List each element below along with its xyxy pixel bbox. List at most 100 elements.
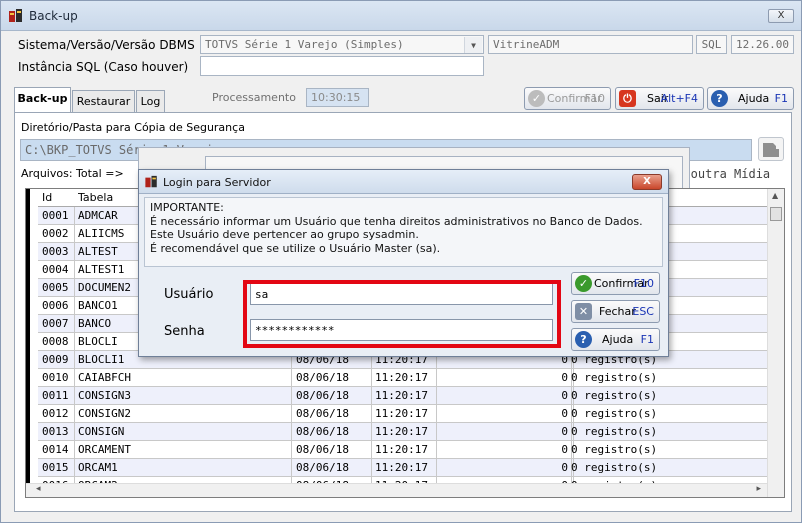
cell-time: 11:20:17	[375, 443, 428, 456]
cell-count: 0	[561, 443, 568, 456]
login-dialog: Login para Servidor X IMPORTANTE: É nece…	[138, 169, 669, 357]
cell-time: 11:20:17	[375, 389, 428, 402]
login-close-label: Fechar	[599, 305, 636, 318]
folder-browse-icon[interactable]	[758, 137, 784, 161]
chevron-down-icon[interactable]: ▼	[464, 37, 482, 53]
cell-name: CAIABFCH	[78, 371, 131, 384]
folder-label: Diretório/Pasta para Cópia de Segurança	[21, 121, 245, 134]
dbms-field[interactable]: SQL	[696, 35, 727, 54]
scroll-right-icon[interactable]: ▸	[756, 484, 761, 494]
login-dialog-titlebar: Login para Servidor X	[139, 170, 668, 194]
cell-name: BANCO1	[78, 299, 118, 312]
cell-id: 0014	[42, 443, 69, 456]
column-divider	[74, 351, 75, 369]
table-row[interactable]: 0012 CONSIGN2 08/06/18 11:20:17 0 0 registro(…	[38, 405, 773, 423]
version-field[interactable]: 12.26.00	[731, 35, 794, 54]
highlight-box	[243, 280, 561, 348]
instance-input[interactable]	[200, 56, 484, 76]
table-row[interactable]: 0010 CAIABFCH 08/06/18 11:20:17 0 0 registro(…	[38, 369, 773, 387]
database-field[interactable]: VitrineADM	[488, 35, 693, 54]
tab-restaurar[interactable]: Restaurar	[72, 90, 135, 114]
login-help-button[interactable]: ? Ajuda F1	[571, 328, 660, 351]
notice-panel: IMPORTANTE: É necessário informar um Usu…	[144, 197, 663, 267]
tab-backup[interactable]: Back-up	[14, 87, 71, 113]
cell-name: ALTEST1	[78, 263, 125, 276]
check-icon: ✓	[575, 275, 592, 292]
cell-name: BLOCLI	[78, 335, 118, 348]
cell-date: 08/06/18	[296, 389, 349, 402]
grid-left-border	[26, 189, 30, 497]
scroll-thumb[interactable]	[770, 207, 782, 221]
confirm-key-hint: F10	[584, 92, 605, 105]
cell-id: 0013	[42, 425, 69, 438]
cell-name: CONSIGN	[78, 425, 125, 438]
help-button[interactable]: ? Ajuda F1	[707, 87, 794, 110]
scroll-up-icon[interactable]: ▲	[772, 191, 778, 200]
password-label: Senha	[164, 324, 205, 339]
folder-icon	[763, 143, 779, 157]
table-row[interactable]: 0015 ORCAM1 08/06/18 11:20:17 0 0 registro(s)	[38, 459, 773, 477]
cell-name: BANCO	[78, 317, 112, 330]
cell-id: 0011	[42, 389, 69, 402]
cell-status: 0 registro(s)	[571, 371, 658, 384]
cell-date: 08/06/18	[296, 407, 349, 420]
processing-label: Processamento	[212, 91, 296, 104]
window-close-button[interactable]: X	[768, 9, 794, 23]
column-divider	[371, 369, 372, 387]
cell-date: 08/06/18	[296, 371, 349, 384]
exit-button[interactable]: ⏻ Sair Alt+F4	[615, 87, 704, 110]
files-total-label: Arquivos: Total =>	[21, 167, 124, 180]
cell-status: 0 registro(s)	[571, 461, 658, 474]
table-row[interactable]: 0013 CONSIGN 08/06/18 11:20:17 0 0 registro(s…	[38, 423, 773, 441]
cell-count: 0	[561, 389, 568, 402]
vertical-scrollbar[interactable]: ▲	[767, 189, 784, 497]
column-divider	[371, 423, 372, 441]
column-divider	[74, 405, 75, 423]
cell-name: ORCAM1	[78, 461, 118, 474]
column-divider	[74, 369, 75, 387]
column-divider	[291, 441, 292, 459]
cell-id: 0008	[42, 335, 69, 348]
column-divider	[436, 369, 437, 387]
cell-id: 0001	[42, 209, 69, 222]
column-divider	[371, 405, 372, 423]
table-row[interactable]: 0014 ORCAMENT 08/06/18 11:20:17 0 0 registro(…	[38, 441, 773, 459]
login-help-label: Ajuda	[602, 333, 634, 346]
system-combo-value: TOTVS Série 1 Varejo (Simples)	[205, 38, 404, 51]
column-divider	[74, 459, 75, 477]
cell-id: 0002	[42, 227, 69, 240]
login-confirm-button[interactable]: ✓ Confirmar F10	[571, 272, 660, 295]
cell-name: CONSIGN3	[78, 389, 131, 402]
notice-line-1: É necessário informar um Usuário que ten…	[150, 214, 643, 228]
cell-name: ORCAMENT	[78, 443, 131, 456]
system-combo[interactable]: TOTVS Série 1 Varejo (Simples) ▼	[200, 35, 484, 54]
column-divider	[74, 387, 75, 405]
cell-count: 0	[561, 371, 568, 384]
login-help-key: F1	[640, 333, 654, 346]
cell-id: 0003	[42, 245, 69, 258]
column-divider	[74, 297, 75, 315]
login-dialog-close-button[interactable]: X	[632, 174, 662, 190]
help-button-label: Ajuda	[738, 92, 770, 105]
instance-label: Instância SQL (Caso houver)	[18, 60, 189, 74]
column-divider	[291, 369, 292, 387]
column-header-tabela: Tabela	[78, 191, 114, 204]
scroll-left-icon[interactable]: ◂	[36, 484, 41, 494]
login-dialog-title: Login para Servidor	[163, 176, 271, 189]
login-close-button[interactable]: ✕ Fechar ESC	[571, 300, 660, 323]
column-divider	[74, 243, 75, 261]
column-divider	[436, 405, 437, 423]
cell-count: 0	[561, 407, 568, 420]
backup-window: Back-up X Sistema/Versão/Versão DBMS TOT…	[0, 0, 802, 523]
horizontal-scrollbar[interactable]: ◂ ▸	[26, 483, 767, 497]
notice-line-3: É recomendável que se utilize o Usuário …	[150, 241, 441, 255]
column-divider	[74, 225, 75, 243]
tab-log[interactable]: Log	[136, 90, 165, 114]
cell-id: 0009	[42, 353, 69, 366]
help-icon: ?	[575, 331, 592, 348]
table-row[interactable]: 0011 CONSIGN3 08/06/18 11:20:17 0 0 registro(…	[38, 387, 773, 405]
column-divider	[371, 387, 372, 405]
exit-key-hint: Alt+F4	[660, 92, 698, 105]
column-header-id: Id	[42, 191, 53, 204]
confirm-button-disabled[interactable]: ✓ Confirmar F10	[524, 87, 611, 110]
